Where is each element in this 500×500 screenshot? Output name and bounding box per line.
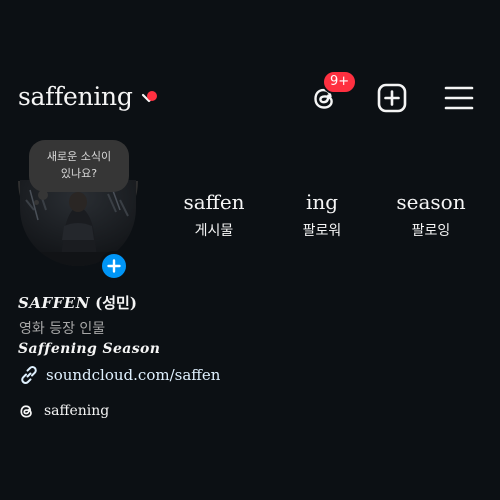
notification-badge: 9+	[322, 70, 358, 94]
profile-category: 영화 등장 인물	[19, 321, 106, 337]
add-story-button[interactable]	[99, 251, 129, 281]
menu-button[interactable]	[439, 78, 479, 118]
account-switcher[interactable]: saffening	[18, 82, 157, 111]
account-username: saffening	[18, 82, 133, 111]
stat-followers-value: ing	[305, 190, 339, 214]
stat-following-label: 팔로잉	[411, 223, 451, 239]
stat-posts[interactable]: saffen 게시물	[164, 188, 264, 240]
stat-followers-label: 팔로워	[302, 223, 342, 239]
display-name-main: SAFFEN	[18, 294, 90, 312]
display-name-suffix: (성민)	[95, 294, 137, 312]
stat-posts-value: saffen	[183, 190, 245, 214]
add-post-icon	[377, 83, 407, 113]
stat-posts-label: 게시물	[194, 223, 234, 239]
note-tail	[38, 190, 48, 200]
plus-icon	[107, 259, 121, 273]
profile-link-text: soundcloud.com/saffen	[46, 366, 221, 384]
create-post-button[interactable]	[372, 78, 412, 118]
note-tail-small	[34, 200, 39, 205]
link-icon	[21, 366, 37, 384]
display-name: SAFFEN (성민)	[18, 292, 137, 313]
new-activity-dot	[147, 91, 157, 101]
threads-handle: saffening	[44, 403, 110, 419]
threads-icon	[20, 405, 32, 418]
bio-text: Saffening Season	[18, 341, 161, 357]
top-bar: saffening 9+	[0, 70, 500, 126]
stat-following-value: season	[396, 190, 466, 214]
threads-profile-link[interactable]: saffening	[18, 402, 109, 420]
note-bubble[interactable]: 새로운 소식이 있나요?	[29, 140, 129, 192]
stat-following[interactable]: season 팔로잉	[381, 188, 481, 240]
menu-icon	[444, 86, 474, 110]
profile-link[interactable]: soundcloud.com/saffen	[18, 364, 220, 386]
note-line-2: 있나요?	[60, 167, 98, 180]
stat-followers[interactable]: ing 팔로워	[272, 188, 372, 240]
note-line-1: 새로운 소식이	[46, 150, 112, 163]
